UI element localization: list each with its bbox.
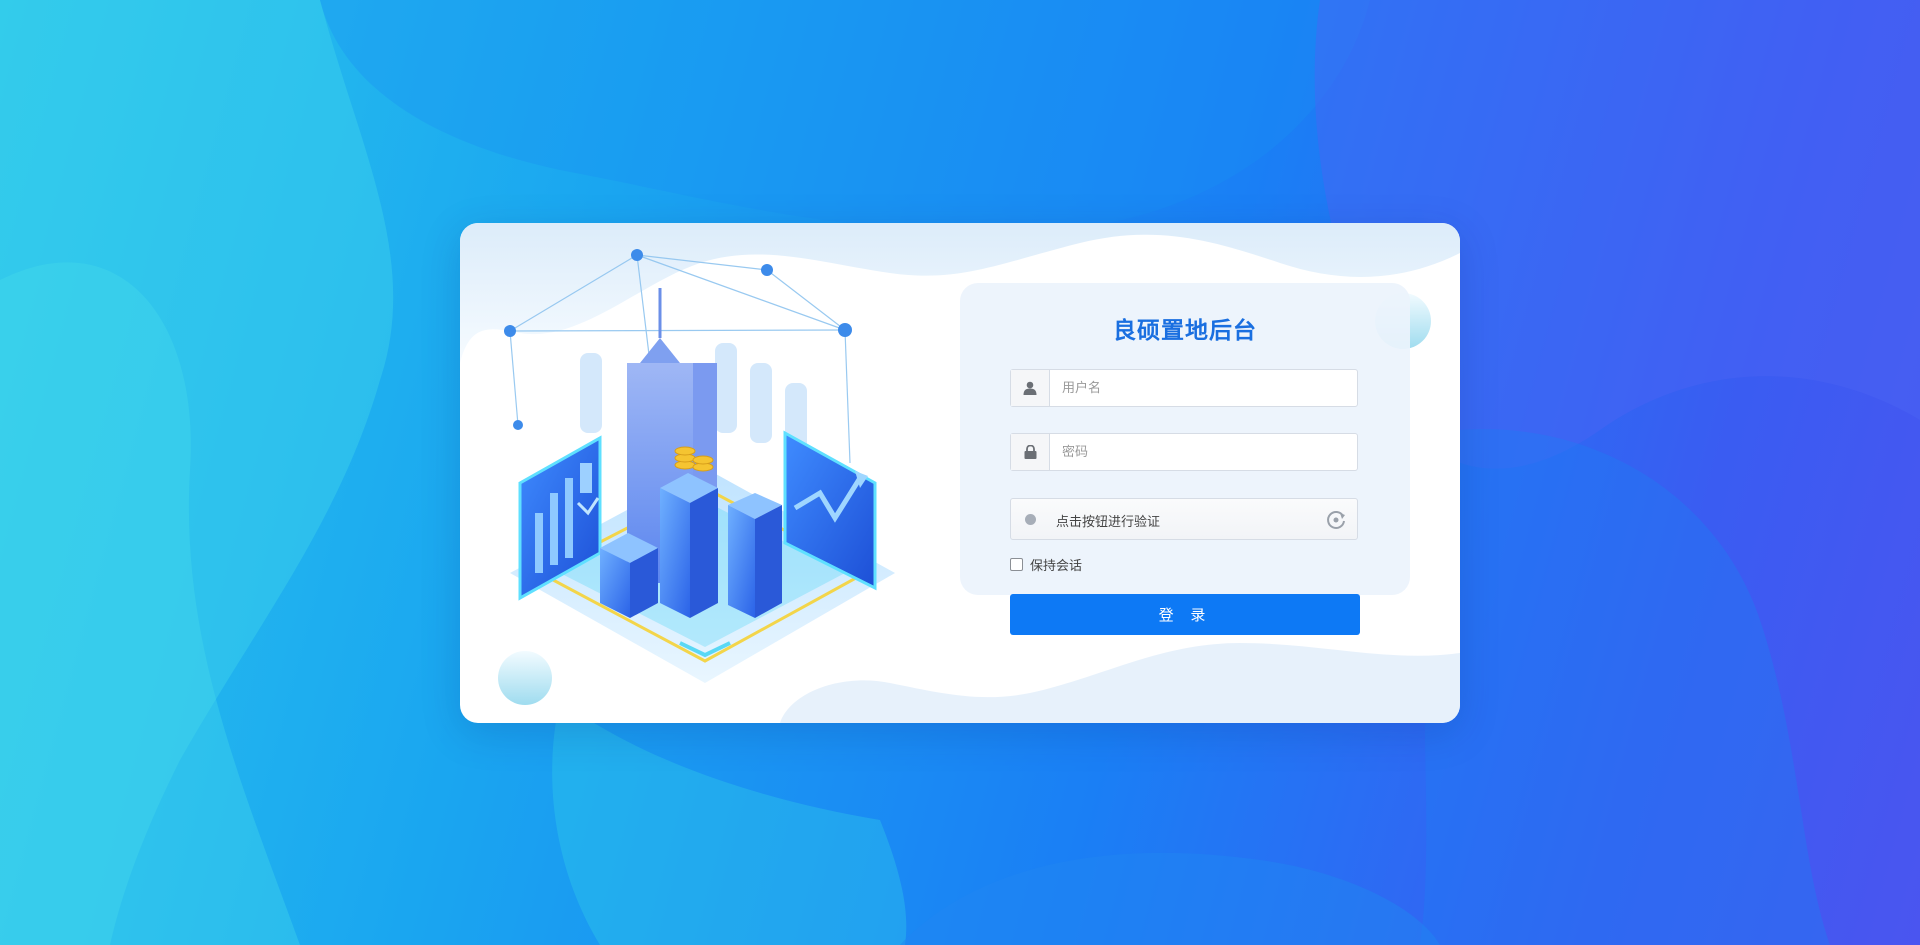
password-field <box>1010 433 1358 471</box>
lock-icon <box>1011 434 1050 470</box>
remember-session-checkbox[interactable]: 保持会话 <box>1010 555 1082 574</box>
username-field <box>1010 369 1358 407</box>
city-dashboard-illustration <box>504 249 895 683</box>
dot-icon <box>1025 514 1036 525</box>
username-input[interactable] <box>1050 370 1350 406</box>
captcha-label: 点击按钮进行验证 <box>1056 515 1161 530</box>
password-input[interactable] <box>1050 434 1350 470</box>
refresh-icon[interactable] <box>1325 509 1347 531</box>
user-icon <box>1011 370 1050 406</box>
captcha-verify-button[interactable]: 点击按钮进行验证 <box>1010 498 1358 540</box>
checkbox-box[interactable] <box>1010 558 1023 571</box>
login-button[interactable]: 登 录 <box>1010 594 1360 635</box>
page-title: 良硕置地后台 <box>1113 318 1257 344</box>
login-card: 良硕置地后台 点击按钮进行验证 保持会话 登 录 <box>460 223 1460 723</box>
remember-session-label: 保持会话 <box>1030 559 1083 574</box>
